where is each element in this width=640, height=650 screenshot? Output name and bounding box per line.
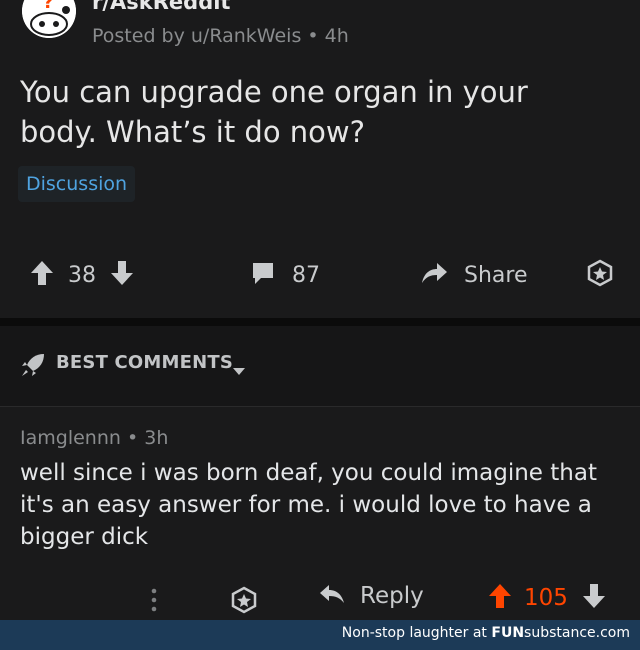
reply-arrow-icon <box>318 583 346 609</box>
comment-action-bar: Reply 105 <box>0 579 640 619</box>
section-divider <box>0 318 640 326</box>
downvote-arrow-icon[interactable] <box>110 260 134 290</box>
award-button[interactable] <box>586 252 614 298</box>
comments-button[interactable]: 87 <box>250 252 320 298</box>
snoo-avatar-icon: ? <box>22 0 76 38</box>
comment-age: 3h <box>144 427 169 449</box>
comment-sort-bar[interactable]: BEST COMMENTS <box>0 326 640 407</box>
comment: Iamglennn • 3h well since i was born dea… <box>0 407 640 620</box>
award-icon <box>586 259 614 291</box>
watermark-text: Non-stop laughter at FUNsubstance.com <box>342 625 630 641</box>
comment-body: well since i was born deaf, you could im… <box>20 460 597 550</box>
upvote-arrow-icon[interactable] <box>488 583 512 613</box>
rocket-icon <box>20 352 46 382</box>
post-meta: Posted by u/RankWeis • 4h <box>92 25 349 47</box>
share-arrow-icon <box>420 261 448 289</box>
post-age: 4h <box>324 25 349 47</box>
comment-meta: Iamglennn • 3h <box>20 427 168 449</box>
upvote-arrow-icon[interactable] <box>30 260 54 290</box>
comment-bubble-icon <box>250 260 276 290</box>
comment-vote-count: 105 <box>524 585 568 611</box>
vote-group: 38 <box>30 252 134 298</box>
meta-separator: • <box>307 25 319 47</box>
comment-vote-group: 105 <box>488 583 606 613</box>
share-label: Share <box>464 262 528 288</box>
comment-author[interactable]: Iamglennn <box>20 427 121 449</box>
downvote-arrow-icon[interactable] <box>582 583 606 613</box>
svg-text:?: ? <box>43 0 53 13</box>
comment-sort-label: BEST COMMENTS <box>56 352 234 373</box>
subreddit-name[interactable]: r/AskReddit <box>92 0 230 14</box>
subreddit-avatar[interactable]: ? <box>22 0 76 38</box>
watermark-footer: Non-stop laughter at FUNsubstance.com <box>0 620 640 650</box>
watermark-tagline: Non-stop laughter at <box>341 625 487 641</box>
comment-meta-separator: • <box>126 427 139 449</box>
award-icon[interactable] <box>230 586 258 618</box>
post-comment-count: 87 <box>292 262 320 288</box>
post-flair[interactable]: Discussion <box>18 166 136 202</box>
post-vote-count: 38 <box>68 262 96 288</box>
posted-by-link[interactable]: Posted by u/RankWeis <box>92 25 301 47</box>
post-action-bar: 38 87 Share <box>0 252 640 298</box>
watermark-brand-bold: FUN <box>491 625 525 641</box>
watermark-brand-rest: substance.com <box>524 625 630 641</box>
reply-button[interactable]: Reply <box>318 583 424 609</box>
chevron-down-icon <box>232 361 246 380</box>
more-vertical-icon[interactable] <box>150 587 158 617</box>
post-title[interactable]: You can upgrade one organ in your body. … <box>20 72 610 152</box>
post-card: ? r/AskReddit Posted by u/RankWeis • 4h … <box>0 0 640 318</box>
reply-label: Reply <box>360 583 424 609</box>
share-button[interactable]: Share <box>420 252 528 298</box>
